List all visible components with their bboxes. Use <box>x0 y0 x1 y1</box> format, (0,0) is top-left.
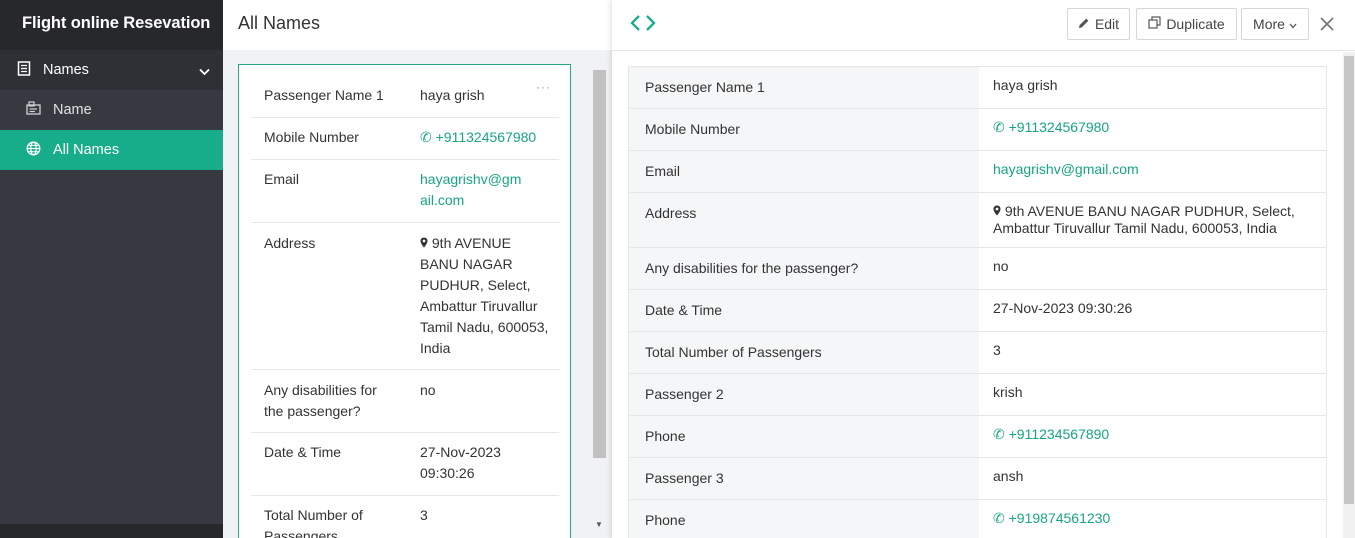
card-field-label: Email <box>264 171 300 187</box>
detail-panel: Edit Duplicate More Passenger Name 1 hay… <box>612 0 1355 538</box>
detail-row: Passenger 3 ansh <box>629 458 1326 500</box>
detail-table: Passenger Name 1 haya grish Mobile Numbe… <box>628 66 1327 538</box>
detail-field-label: Email <box>629 151 979 192</box>
detail-row: Address 9th AVENUE BANU NAGAR PUDHUR, Se… <box>629 193 1326 248</box>
detail-field-value: 3 <box>993 342 1001 358</box>
card-row: Address 9th AVENUE BANU NAGAR PUDHUR, Se… <box>251 223 559 370</box>
card-field-label: Address <box>264 235 316 251</box>
detail-field-label: Mobile Number <box>629 109 979 150</box>
page-title: All Names <box>223 0 612 50</box>
detail-row: Passenger Name 1 haya grish <box>629 67 1326 109</box>
detail-field-label: Total Number of Passengers <box>629 332 979 373</box>
card-field-value: 27-Nov-2023 09:30:26 <box>420 444 501 481</box>
map-marker-icon <box>993 203 1001 219</box>
list-panel: All Names ··· Passenger Name 1 haya gris… <box>223 0 612 538</box>
detail-row: Date & Time 27-Nov-2023 09:30:26 <box>629 290 1326 332</box>
more-button[interactable]: More <box>1241 8 1309 40</box>
sidebar-group-names[interactable]: Names <box>0 50 223 90</box>
detail-field-value: krish <box>993 384 1023 400</box>
form-icon <box>17 60 31 80</box>
phone-link[interactable]: ✆ +919874561230 <box>979 500 1326 538</box>
card-field-value: haya grish <box>420 87 485 103</box>
record-card[interactable]: ··· Passenger Name 1 haya grish Mobile N… <box>238 64 571 538</box>
detail-field-value: ansh <box>993 468 1024 484</box>
detail-row: Total Number of Passengers 3 <box>629 332 1326 374</box>
detail-field-label: Address <box>629 193 979 247</box>
sidebar: Flight online Resevation Names Name All … <box>0 0 223 538</box>
duplicate-icon <box>1148 16 1161 32</box>
scroll-down-arrow-icon[interactable]: ▼ <box>595 520 603 529</box>
detail-field-label: Passenger 2 <box>629 374 979 415</box>
card-field-value: no <box>420 382 436 398</box>
address-value: 9th AVENUE BANU NAGAR PUDHUR, Select, Am… <box>979 193 1326 247</box>
card-row: Any disabilities for the passenger? no <box>251 370 559 433</box>
detail-row: Any disabilities for the passenger? no <box>629 248 1326 290</box>
chevron-down-icon[interactable] <box>199 64 210 80</box>
app-title: Flight online Resevation <box>0 0 223 50</box>
sidebar-footer <box>0 524 223 538</box>
detail-field-label: Phone <box>629 500 979 538</box>
phone-link[interactable]: ✆ +911324567980 <box>979 109 1326 150</box>
address-text: 9th AVENUE BANU NAGAR PUDHUR, Select, Am… <box>993 203 1295 236</box>
phone-value[interactable]: +911234567890 <box>1009 426 1110 442</box>
sidebar-group-label: Names <box>43 62 89 78</box>
detail-row: Passenger 2 krish <box>629 374 1326 416</box>
phone-icon: ✆ <box>993 510 1005 526</box>
edit-button-label: Edit <box>1094 16 1120 32</box>
sidebar-item-label: All Names <box>53 142 120 158</box>
close-icon[interactable] <box>1320 15 1334 35</box>
detail-field-label: Any disabilities for the passenger? <box>629 248 979 289</box>
sidebar-item-label: Name <box>53 102 92 118</box>
card-field-label: Total Number of Passengers <box>264 507 363 538</box>
edit-button[interactable]: Edit <box>1067 8 1130 40</box>
card-field-label: Date & Time <box>264 444 342 460</box>
card-field-value: 3 <box>420 507 428 523</box>
phone-icon: ✆ <box>420 129 432 145</box>
phone-value[interactable]: +919874561230 <box>1009 510 1111 526</box>
detail-field-value: no <box>993 258 1009 274</box>
email-link[interactable]: hayagrishv@gmail.com <box>420 169 528 211</box>
detail-row: Mobile Number ✆ +911324567980 <box>629 109 1326 151</box>
form-entry-icon <box>26 101 41 119</box>
card-field-label: Passenger Name 1 <box>264 87 384 103</box>
detail-row: Phone ✆ +911234567890 <box>629 416 1326 458</box>
map-marker-icon <box>420 235 428 251</box>
pencil-icon <box>1078 16 1090 32</box>
detail-field-label: Phone <box>629 416 979 457</box>
sidebar-item-all-names[interactable]: All Names <box>0 130 223 170</box>
phone-link[interactable]: ✆ +911324567980 <box>420 127 552 148</box>
detail-toolbar: Edit Duplicate More <box>612 0 1355 51</box>
duplicate-button[interactable]: Duplicate <box>1136 8 1237 40</box>
detail-scrollbar-thumb[interactable] <box>1344 56 1354 504</box>
email-link[interactable]: hayagrishv@gmail.com <box>979 151 1326 192</box>
card-row: Total Number of Passengers 3 <box>251 496 559 538</box>
card-field-label: Mobile Number <box>264 129 359 145</box>
phone-value[interactable]: +911324567980 <box>436 129 537 145</box>
detail-field-label: Passenger 3 <box>629 458 979 499</box>
duplicate-button-label: Duplicate <box>1166 16 1225 32</box>
address-text: 9th AVENUE BANU NAGAR PUDHUR, Select, Am… <box>420 235 549 356</box>
chevron-down-icon <box>1289 16 1297 32</box>
card-row: Date & Time 27-Nov-2023 09:30:26 <box>251 433 559 496</box>
detail-row: Email hayagrishv@gmail.com <box>629 151 1326 193</box>
card-row: Passenger Name 1 haya grish <box>251 75 559 118</box>
card-row: Email hayagrishv@gmail.com <box>251 160 559 223</box>
detail-field-value: haya grish <box>993 77 1058 93</box>
card-row: Mobile Number ✆ +911324567980 <box>251 118 559 160</box>
sidebar-item-name[interactable]: Name <box>0 90 223 130</box>
list-scrollbar-thumb[interactable] <box>593 70 606 458</box>
detail-field-value: 27-Nov-2023 09:30:26 <box>993 300 1133 316</box>
phone-icon: ✆ <box>993 426 1005 442</box>
address-value: 9th AVENUE BANU NAGAR PUDHUR, Select, Am… <box>420 233 552 359</box>
detail-row: Phone ✆ +919874561230 <box>629 500 1326 538</box>
phone-link[interactable]: ✆ +911234567890 <box>979 416 1326 457</box>
phone-value[interactable]: +911324567980 <box>1009 119 1110 135</box>
more-button-label: More <box>1253 16 1285 32</box>
detail-field-label: Passenger Name 1 <box>629 67 979 108</box>
card-field-label: Any disabilities for the passenger? <box>264 382 377 419</box>
globe-icon <box>26 141 41 160</box>
phone-icon: ✆ <box>993 119 1005 135</box>
detail-field-label: Date & Time <box>629 290 979 331</box>
code-icon[interactable] <box>630 14 656 37</box>
